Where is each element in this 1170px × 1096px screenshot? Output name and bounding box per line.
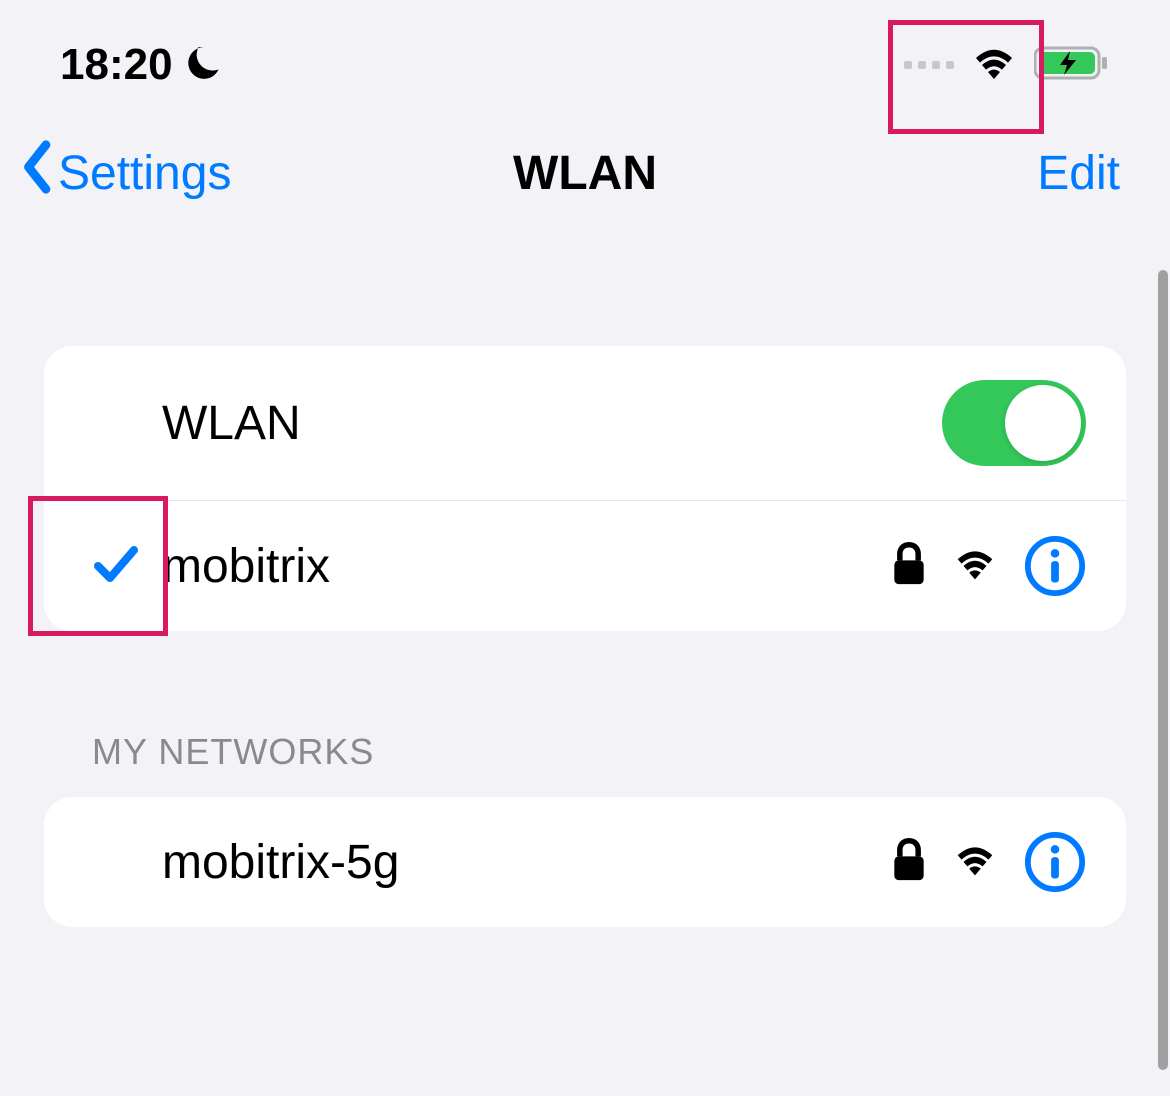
scrollbar[interactable] <box>1158 270 1168 1070</box>
status-bar-left: 18:20 <box>60 40 225 90</box>
wlan-toggle-label: WLAN <box>162 396 942 451</box>
wifi-icon <box>970 45 1018 86</box>
wlan-main-card: WLAN mobitrix <box>44 346 1126 631</box>
battery-charging-icon <box>1034 45 1110 86</box>
cellular-signal-dots-icon <box>904 61 954 69</box>
wifi-signal-icon <box>952 546 998 587</box>
do-not-disturb-icon <box>185 43 225 88</box>
navigation-bar: Settings WLAN Edit <box>0 120 1170 236</box>
edit-button[interactable]: Edit <box>1037 146 1140 201</box>
status-bar: 18:20 <box>0 0 1170 120</box>
network-info-button[interactable] <box>1024 831 1086 893</box>
my-networks-card: mobitrix-5g <box>44 797 1126 927</box>
back-button[interactable]: Settings <box>20 140 231 206</box>
wifi-signal-icon <box>952 842 998 883</box>
lock-icon <box>892 542 926 591</box>
connected-network-row[interactable]: mobitrix <box>44 501 1126 631</box>
wlan-toggle[interactable] <box>942 380 1086 466</box>
lock-icon <box>892 838 926 887</box>
chevron-left-icon <box>20 140 56 206</box>
my-networks-header: MY NETWORKS <box>0 631 1170 797</box>
wlan-toggle-row: WLAN <box>44 346 1126 501</box>
checkmark-icon <box>92 540 140 593</box>
network-name: mobitrix-5g <box>162 835 892 890</box>
back-label: Settings <box>58 146 231 201</box>
status-time: 18:20 <box>60 40 173 90</box>
network-info-button[interactable] <box>1024 535 1086 597</box>
page-title: WLAN <box>513 146 657 201</box>
network-row[interactable]: mobitrix-5g <box>44 797 1126 927</box>
connected-network-name: mobitrix <box>162 539 892 594</box>
status-bar-right <box>904 45 1110 86</box>
